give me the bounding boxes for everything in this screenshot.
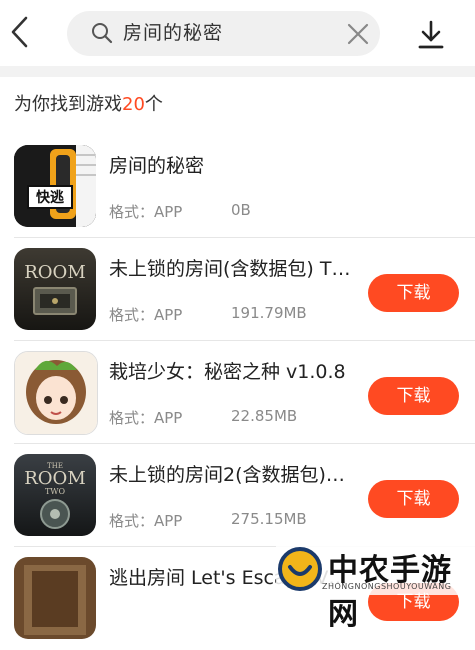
game-title[interactable]: 未上锁的房间(含数据包) T… (109, 254, 350, 281)
girl-icon (14, 351, 98, 435)
list-item[interactable]: 栽培少女：秘密之种 v1.0.8 格式：APP 22.85MB 下载 (0, 341, 475, 444)
download-button[interactable]: 下载 (368, 480, 459, 518)
game-title[interactable]: 栽培少女：秘密之种 v1.0.8 (109, 357, 346, 384)
icon-label: 快逃 (36, 189, 64, 206)
icon-label: ROOM (24, 468, 86, 489)
result-count: 20 (122, 94, 145, 115)
the-room-two-icon: THE ROOM TWO (14, 454, 96, 536)
list-item[interactable]: THE ROOM TWO 未上锁的房间2(含数据包)… 格式：APP 275.1… (0, 444, 475, 547)
game-title[interactable]: 未上锁的房间2(含数据包)… (109, 460, 345, 487)
escape-room-icon (14, 557, 96, 639)
clear-icon[interactable] (346, 22, 370, 46)
file-size: 191.79MB (231, 304, 307, 322)
result-summary: 为你找到游戏20个 (14, 90, 163, 116)
download-button[interactable]: 下载 (368, 274, 459, 312)
format-label: 格式：APP (109, 306, 183, 324)
summary-suffix: 个 (144, 94, 163, 115)
format-label: 格式：APP (109, 409, 183, 427)
file-size: 0B (231, 201, 251, 219)
watermark-sub: ZHONGNONGSHOUYOUWANG (322, 582, 452, 591)
watermark-logo-icon (278, 547, 322, 591)
search-input[interactable]: 房间的秘密 (123, 11, 223, 56)
format-label: 格式：APP (109, 203, 183, 221)
divider-band (0, 66, 475, 77)
back-arrow-icon[interactable] (8, 14, 32, 50)
summary-prefix: 为你找到游戏 (14, 94, 122, 115)
format-label: 格式：APP (109, 512, 183, 530)
top-bar: 房间的秘密 (0, 0, 475, 66)
download-icon[interactable] (418, 20, 444, 50)
game-title[interactable]: 房间的秘密 (109, 151, 204, 178)
file-size: 275.15MB (231, 510, 307, 528)
download-button[interactable]: 下载 (368, 377, 459, 415)
list-item[interactable]: ROOM 未上锁的房间(含数据包) T… 格式：APP 191.79MB 下载 (0, 238, 475, 341)
icon-label: TWO (45, 487, 66, 496)
watermark: 中农手游网 ZHONGNONGSHOUYOUWANG (276, 545, 475, 632)
icon-label: ROOM (24, 262, 86, 283)
file-size: 22.85MB (231, 407, 298, 425)
list-item[interactable]: 快逃 房间的秘密 格式：APP 0B (0, 135, 475, 238)
kuaitao-icon: 快逃 (14, 145, 96, 227)
search-icon (92, 23, 113, 44)
search-bar[interactable]: 房间的秘密 (67, 11, 380, 56)
the-room-icon: ROOM (14, 248, 96, 330)
